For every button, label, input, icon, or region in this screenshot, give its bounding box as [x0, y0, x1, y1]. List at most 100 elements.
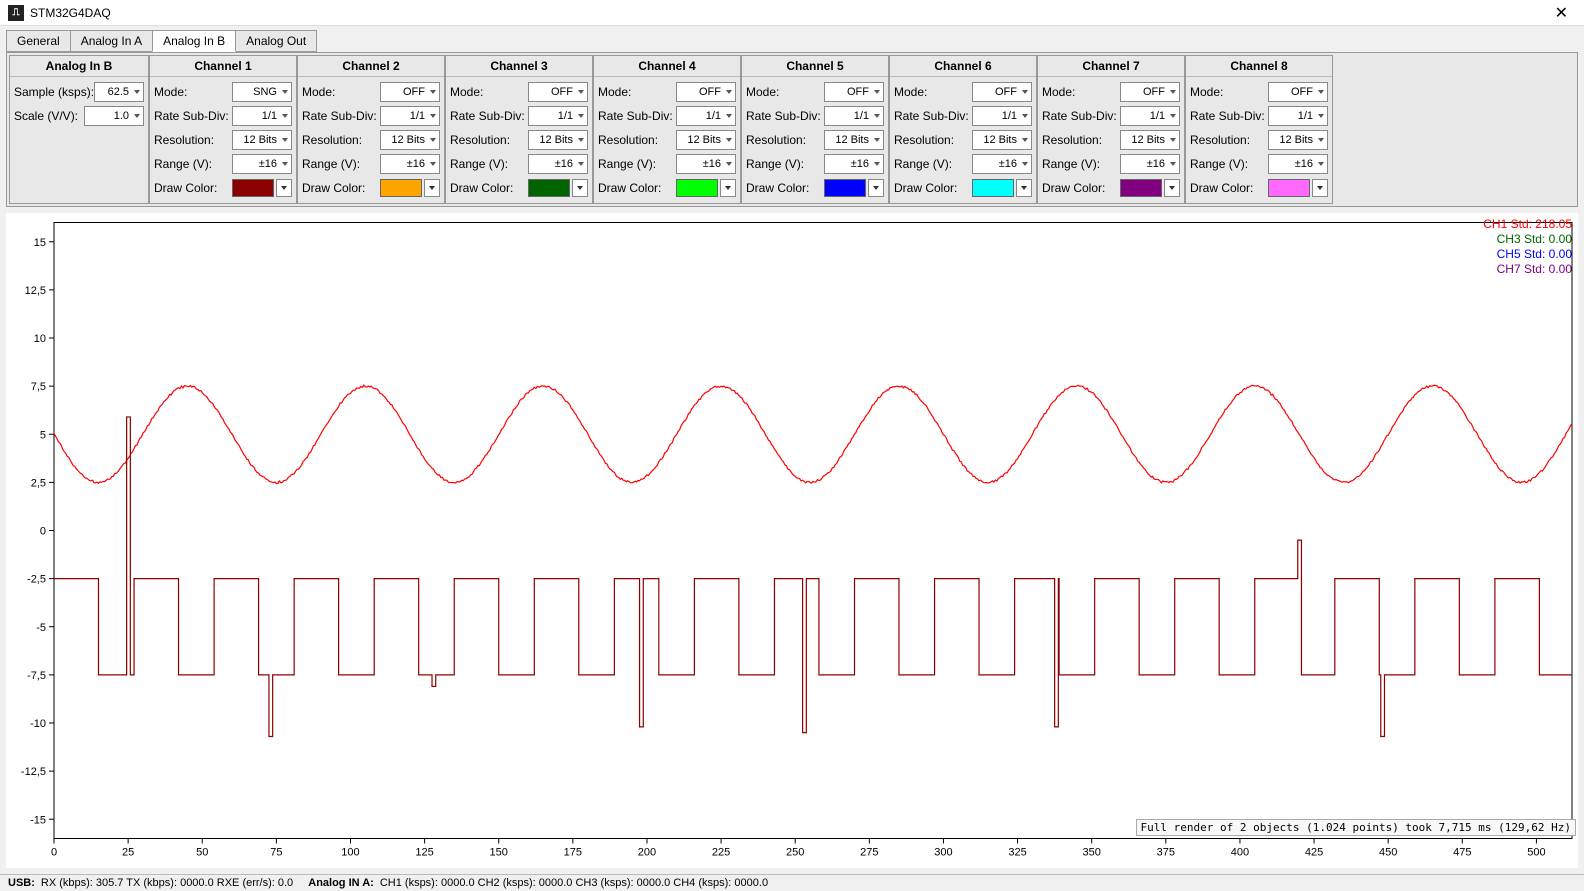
- channel-header: Channel 5: [742, 56, 888, 77]
- rate-select[interactable]: 1/1: [528, 106, 588, 126]
- color-swatch[interactable]: [528, 179, 570, 197]
- color-dropdown[interactable]: [1016, 179, 1032, 197]
- plot-svg[interactable]: -15-12,5-10-7,5-5-2,502,557,51012,515025…: [6, 213, 1578, 868]
- range-select[interactable]: ±16: [1120, 154, 1180, 174]
- svg-text:12,5: 12,5: [25, 285, 46, 297]
- color-dropdown[interactable]: [868, 179, 884, 197]
- channel-header: Channel 4: [594, 56, 740, 77]
- color-swatch[interactable]: [380, 179, 422, 197]
- mode-select[interactable]: OFF: [824, 82, 884, 102]
- rate-select[interactable]: 1/1: [972, 106, 1032, 126]
- scale-select[interactable]: 1.0: [84, 106, 144, 126]
- range-label: Range (V):: [1190, 157, 1248, 171]
- range-label: Range (V):: [746, 157, 804, 171]
- drawcolor-label: Draw Color:: [302, 181, 365, 195]
- color-swatch[interactable]: [1120, 179, 1162, 197]
- tab-analog-in-a[interactable]: Analog In A: [70, 30, 153, 52]
- tabset: GeneralAnalog In AAnalog In BAnalog Out: [0, 26, 1584, 52]
- color-swatch[interactable]: [232, 179, 274, 197]
- color-dropdown[interactable]: [1164, 179, 1180, 197]
- rate-select[interactable]: 1/1: [1268, 106, 1328, 126]
- panel-analog-in-b: Analog In B Sample (ksps): 62.5 Scale (V…: [9, 55, 149, 204]
- rate-label: Rate Sub-Div:: [598, 109, 673, 123]
- range-select[interactable]: ±16: [232, 154, 292, 174]
- legend-entry: CH3 Std: 0.00: [1483, 232, 1572, 247]
- svg-text:5: 5: [40, 429, 46, 441]
- color-swatch[interactable]: [824, 179, 866, 197]
- rate-label: Rate Sub-Div:: [746, 109, 821, 123]
- range-select[interactable]: ±16: [972, 154, 1032, 174]
- mode-select[interactable]: SNG: [232, 82, 292, 102]
- range-label: Range (V):: [1042, 157, 1100, 171]
- range-select[interactable]: ±16: [380, 154, 440, 174]
- resolution-label: Resolution:: [450, 133, 510, 147]
- panel-channel-4: Channel 4 Mode: OFF Rate Sub-Div: 1/1 Re…: [593, 55, 741, 204]
- resolution-select[interactable]: 12 Bits: [1120, 130, 1180, 150]
- channel-header: Channel 6: [890, 56, 1036, 77]
- color-dropdown[interactable]: [276, 179, 292, 197]
- resolution-select[interactable]: 12 Bits: [232, 130, 292, 150]
- svg-text:350: 350: [1083, 847, 1101, 859]
- color-dropdown[interactable]: [720, 179, 736, 197]
- drawcolor-label: Draw Color:: [154, 181, 217, 195]
- tab-general[interactable]: General: [6, 30, 71, 52]
- mode-select[interactable]: OFF: [676, 82, 736, 102]
- mode-label: Mode:: [1190, 85, 1223, 99]
- svg-text:275: 275: [860, 847, 878, 859]
- mode-label: Mode:: [154, 85, 187, 99]
- mode-select[interactable]: OFF: [1120, 82, 1180, 102]
- rate-select[interactable]: 1/1: [232, 106, 292, 126]
- range-select[interactable]: ±16: [676, 154, 736, 174]
- close-button[interactable]: ✕: [1547, 3, 1576, 23]
- color-dropdown[interactable]: [1312, 179, 1328, 197]
- rate-select[interactable]: 1/1: [1120, 106, 1180, 126]
- resolution-select[interactable]: 12 Bits: [1268, 130, 1328, 150]
- color-swatch[interactable]: [1268, 179, 1310, 197]
- resolution-select[interactable]: 12 Bits: [528, 130, 588, 150]
- panel-channel-3: Channel 3 Mode: OFF Rate Sub-Div: 1/1 Re…: [445, 55, 593, 204]
- range-select[interactable]: ±16: [528, 154, 588, 174]
- rate-select[interactable]: 1/1: [676, 106, 736, 126]
- svg-text:375: 375: [1157, 847, 1175, 859]
- color-swatch[interactable]: [676, 179, 718, 197]
- tab-analog-out[interactable]: Analog Out: [235, 30, 317, 52]
- channel-header: Channel 7: [1038, 56, 1184, 77]
- mode-label: Mode:: [302, 85, 335, 99]
- svg-text:-5: -5: [36, 622, 46, 634]
- resolution-label: Resolution:: [154, 133, 214, 147]
- color-dropdown[interactable]: [572, 179, 588, 197]
- svg-text:400: 400: [1231, 847, 1249, 859]
- app-icon: ⎍: [8, 5, 24, 21]
- mode-select[interactable]: OFF: [972, 82, 1032, 102]
- resolution-select[interactable]: 12 Bits: [380, 130, 440, 150]
- resolution-select[interactable]: 12 Bits: [824, 130, 884, 150]
- mode-select[interactable]: OFF: [528, 82, 588, 102]
- rate-label: Rate Sub-Div:: [302, 109, 377, 123]
- color-swatch[interactable]: [972, 179, 1014, 197]
- panel-channel-2: Channel 2 Mode: OFF Rate Sub-Div: 1/1 Re…: [297, 55, 445, 204]
- svg-text:300: 300: [934, 847, 952, 859]
- channel-header: Channel 8: [1186, 56, 1332, 77]
- range-label: Range (V):: [154, 157, 212, 171]
- window-title: STM32G4DAQ: [30, 6, 1547, 20]
- rate-select[interactable]: 1/1: [380, 106, 440, 126]
- rate-select[interactable]: 1/1: [824, 106, 884, 126]
- svg-text:425: 425: [1305, 847, 1323, 859]
- svg-text:0: 0: [51, 847, 57, 859]
- range-select[interactable]: ±16: [1268, 154, 1328, 174]
- rate-label: Rate Sub-Div:: [154, 109, 229, 123]
- range-select[interactable]: ±16: [824, 154, 884, 174]
- mode-select[interactable]: OFF: [380, 82, 440, 102]
- svg-text:-12,5: -12,5: [21, 766, 46, 778]
- sample-select[interactable]: 62.5: [94, 82, 144, 102]
- mode-select[interactable]: OFF: [1268, 82, 1328, 102]
- resolution-select[interactable]: 12 Bits: [676, 130, 736, 150]
- svg-text:75: 75: [270, 847, 282, 859]
- resolution-select[interactable]: 12 Bits: [972, 130, 1032, 150]
- panel-channel-1: Channel 1 Mode: SNG Rate Sub-Div: 1/1 Re…: [149, 55, 297, 204]
- tab-analog-in-b[interactable]: Analog In B: [152, 30, 236, 52]
- svg-text:-10: -10: [30, 718, 46, 730]
- render-info: Full render of 2 objects (1.024 points) …: [1136, 819, 1576, 836]
- resolution-label: Resolution:: [598, 133, 658, 147]
- color-dropdown[interactable]: [424, 179, 440, 197]
